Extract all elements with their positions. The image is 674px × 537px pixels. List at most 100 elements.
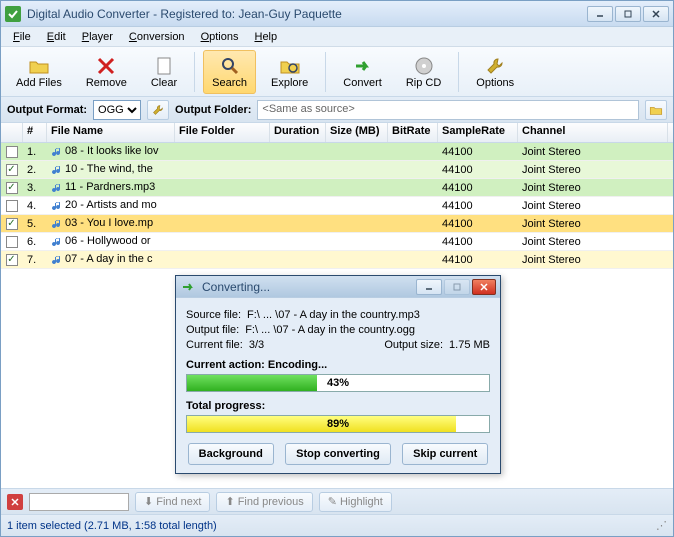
app-icon — [5, 6, 21, 22]
arrow-down-icon: ⬇ — [144, 495, 153, 508]
arrow-icon — [180, 279, 196, 295]
find-bar: ⬇Find next ⬆Find previous ✎Highlight — [1, 488, 673, 514]
music-note-icon — [51, 218, 63, 230]
grid-body: 1.08 - It looks like lov44100Joint Stere… — [1, 143, 673, 269]
highlight-icon: ✎ — [328, 495, 337, 508]
output-size-label: Output size: — [384, 339, 443, 351]
add-files-button[interactable]: Add Files — [7, 50, 71, 94]
row-checkbox[interactable] — [6, 254, 18, 266]
row-filename: 07 - A day in the c — [47, 253, 175, 265]
status-bar: 1 item selected (2.71 MB, 1:58 total len… — [1, 514, 673, 536]
table-row[interactable]: 6.06 - Hollywood or44100Joint Stereo — [1, 233, 673, 251]
table-row[interactable]: 7.07 - A day in the c44100Joint Stereo — [1, 251, 673, 269]
remove-button[interactable]: Remove — [77, 50, 136, 94]
table-row[interactable]: 2.10 - The wind, the44100Joint Stereo — [1, 161, 673, 179]
browse-folder-button[interactable] — [645, 100, 667, 120]
col-filename[interactable]: File Name — [47, 123, 175, 142]
file-grid: # File Name File Folder Duration Size (M… — [1, 123, 673, 488]
row-samplerate: 44100 — [438, 200, 518, 212]
menu-conversion[interactable]: Conversion — [123, 29, 191, 45]
table-row[interactable]: 5.03 - You I love.mp44100Joint Stereo — [1, 215, 673, 233]
col-channel[interactable]: Channel — [518, 123, 668, 142]
clear-button[interactable]: Clear — [142, 50, 186, 94]
highlight-button[interactable]: ✎Highlight — [319, 492, 392, 512]
action-progress: 43% — [186, 374, 490, 392]
output-folder-label: Output Folder: — [175, 104, 251, 116]
music-note-icon — [51, 236, 63, 248]
options-button[interactable]: Options — [467, 50, 523, 94]
current-action-label: Current action: — [186, 359, 265, 371]
row-checkbox[interactable] — [6, 146, 18, 158]
table-row[interactable]: 1.08 - It looks like lov44100Joint Stere… — [1, 143, 673, 161]
col-folder[interactable]: File Folder — [175, 123, 270, 142]
convert-button[interactable]: Convert — [334, 50, 391, 94]
dialog-close-button[interactable] — [472, 279, 496, 295]
dialog-title: Converting... — [202, 280, 416, 294]
menu-options[interactable]: Options — [195, 29, 245, 45]
main-window: Digital Audio Converter - Registered to:… — [0, 0, 674, 537]
find-previous-button[interactable]: ⬆Find previous — [216, 492, 312, 512]
music-note-icon — [51, 146, 63, 158]
music-note-icon — [51, 200, 63, 212]
background-button[interactable]: Background — [188, 443, 274, 465]
row-checkbox[interactable] — [6, 164, 18, 176]
status-text: 1 item selected (2.71 MB, 1:58 total len… — [7, 520, 217, 532]
arrow-up-icon: ⬆ — [225, 495, 234, 508]
row-filename: 10 - The wind, the — [47, 163, 175, 175]
table-row[interactable]: 4.20 - Artists and mo44100Joint Stereo — [1, 197, 673, 215]
output-size-value: 1.75 MB — [449, 339, 490, 351]
findbar-close-button[interactable] — [7, 494, 23, 510]
col-num[interactable]: # — [23, 123, 47, 142]
separator — [325, 52, 326, 92]
rip-cd-button[interactable]: Rip CD — [397, 50, 450, 94]
row-num: 6. — [23, 236, 47, 248]
wrench-icon — [484, 55, 506, 77]
menu-edit[interactable]: Edit — [41, 29, 72, 45]
close-button[interactable] — [643, 6, 669, 22]
minimize-button[interactable] — [587, 6, 613, 22]
row-samplerate: 44100 — [438, 254, 518, 266]
search-button[interactable]: Search — [203, 50, 256, 94]
skip-current-button[interactable]: Skip current — [402, 443, 488, 465]
col-size[interactable]: Size (MB) — [326, 123, 388, 142]
row-num: 3. — [23, 182, 47, 194]
table-row[interactable]: 3.11 - Pardners.mp344100Joint Stereo — [1, 179, 673, 197]
row-checkbox[interactable] — [6, 182, 18, 194]
find-input[interactable] — [29, 493, 129, 511]
col-duration[interactable]: Duration — [270, 123, 326, 142]
find-next-button[interactable]: ⬇Find next — [135, 492, 210, 512]
row-num: 5. — [23, 218, 47, 230]
source-file-value: F:\ ... \07 - A day in the country.mp3 — [247, 309, 420, 321]
row-checkbox[interactable] — [6, 236, 18, 248]
col-bitrate[interactable]: BitRate — [388, 123, 438, 142]
format-bar: Output Format: OGG Output Folder: <Same … — [1, 97, 673, 123]
music-note-icon — [51, 254, 63, 266]
menu-help[interactable]: Help — [248, 29, 283, 45]
explore-button[interactable]: Explore — [262, 50, 317, 94]
row-filename: 11 - Pardners.mp3 — [47, 181, 175, 193]
format-settings-button[interactable] — [147, 100, 169, 120]
stop-converting-button[interactable]: Stop converting — [285, 443, 391, 465]
row-channel: Joint Stereo — [518, 254, 668, 266]
maximize-button[interactable] — [615, 6, 641, 22]
resize-grip[interactable]: ⋰ — [656, 519, 667, 532]
converting-dialog: Converting... Source file:F:\ ... \07 - … — [175, 275, 501, 474]
dialog-maximize-button[interactable] — [444, 279, 470, 295]
row-filename: 03 - You I love.mp — [47, 217, 175, 229]
output-file-label: Output file: — [186, 324, 239, 336]
total-progress-pct: 89% — [187, 416, 489, 432]
magnifier-folder-icon — [279, 55, 301, 77]
output-folder-field[interactable]: <Same as source> — [257, 100, 639, 120]
menu-file[interactable]: File — [7, 29, 37, 45]
disc-icon — [413, 55, 435, 77]
output-format-select[interactable]: OGG — [93, 100, 141, 120]
row-checkbox[interactable] — [6, 218, 18, 230]
dialog-minimize-button[interactable] — [416, 279, 442, 295]
menu-player[interactable]: Player — [76, 29, 119, 45]
row-checkbox[interactable] — [6, 200, 18, 212]
col-samplerate[interactable]: SampleRate — [438, 123, 518, 142]
music-note-icon — [51, 164, 63, 176]
dialog-titlebar: Converting... — [176, 276, 500, 298]
row-samplerate: 44100 — [438, 236, 518, 248]
row-channel: Joint Stereo — [518, 218, 668, 230]
